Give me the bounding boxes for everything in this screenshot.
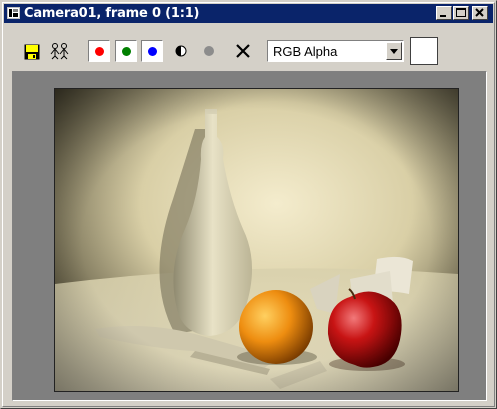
clear-icon[interactable]	[234, 43, 252, 59]
dropdown-arrow-button[interactable]	[386, 42, 402, 60]
save-icon[interactable]	[24, 44, 40, 60]
red-dot-icon	[95, 47, 104, 56]
green-dot-icon	[122, 47, 131, 56]
rendered-image	[54, 88, 459, 392]
blue-dot-icon	[148, 47, 157, 56]
monochrome-icon[interactable]	[175, 45, 187, 57]
color-swatch[interactable]	[410, 37, 438, 65]
green-channel-button[interactable]	[115, 40, 137, 62]
title-bar[interactable]: Camera01, frame 0 (1:1)	[4, 4, 493, 23]
maximize-button[interactable]	[453, 6, 469, 20]
blue-channel-button[interactable]	[141, 40, 163, 62]
render-viewport	[12, 71, 487, 401]
app-icon	[7, 7, 20, 19]
red-channel-button[interactable]	[88, 40, 110, 62]
toolbar: RGB Alpha	[4, 25, 493, 71]
close-button[interactable]	[472, 6, 488, 20]
close-icon	[475, 8, 484, 17]
channel-select-value: RGB Alpha	[273, 44, 338, 59]
window-title: Camera01, frame 0 (1:1)	[24, 6, 200, 21]
still-life-render	[55, 89, 458, 391]
render-frame-window: Camera01, frame 0 (1:1) RGB Alpha	[0, 0, 497, 409]
maximize-icon	[456, 8, 466, 17]
alpha-icon[interactable]	[203, 45, 215, 57]
chevron-down-icon	[390, 49, 398, 54]
clone-icon[interactable]	[49, 42, 71, 60]
minimize-button[interactable]	[436, 6, 452, 20]
channel-select[interactable]: RGB Alpha	[267, 40, 404, 62]
minimize-icon	[440, 15, 446, 17]
